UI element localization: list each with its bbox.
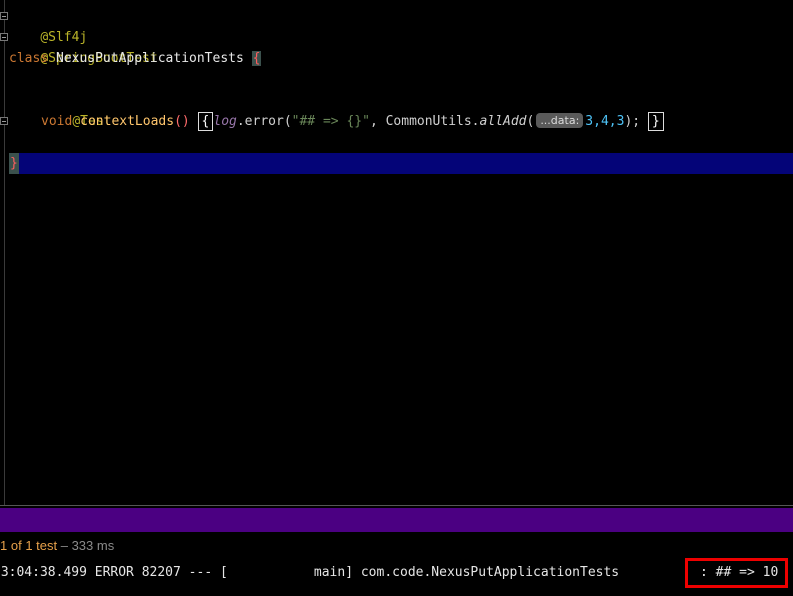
highlight-box: [685, 558, 788, 588]
code-line-2[interactable]: @SpringBootTest: [9, 27, 157, 66]
test-progress-bar: [0, 508, 793, 532]
code-editor[interactable]: @Slf4j @SpringBootTest class NexusPutApp…: [0, 0, 793, 505]
gutter-divider: [4, 0, 5, 505]
method-call: allAdd: [479, 114, 527, 129]
current-line-highlight: [9, 153, 793, 174]
tests-duration: – 333 ms: [57, 538, 115, 553]
call-args: 3,4,3: [585, 114, 625, 129]
folded-open-brace[interactable]: {: [197, 112, 214, 131]
fold-icon[interactable]: [0, 117, 8, 125]
class-name: NexusPutApplicationTests: [55, 51, 244, 66]
keyword-class: class: [9, 51, 49, 66]
class-close-brace: }: [9, 153, 19, 174]
tests-of-text: of: [7, 538, 26, 553]
comma: ,: [369, 114, 386, 129]
keyword-void: void: [41, 114, 73, 129]
method-name: contextLoads: [80, 114, 175, 129]
class-open-brace: {: [251, 51, 262, 66]
method-parens: (): [174, 114, 190, 129]
fold-icon[interactable]: [0, 33, 8, 41]
parameter-hint: ...data:: [536, 113, 584, 128]
code-line-6[interactable]: void contextLoads() {log.error("## => {}…: [41, 111, 664, 132]
call-open-paren: (: [526, 114, 535, 129]
util-class: CommonUtils.: [385, 114, 480, 129]
error-call: .error(: [236, 114, 292, 129]
panel-separator: [0, 505, 793, 506]
string-literal: "## => {}": [291, 114, 370, 129]
console-log-line: 23:04:38.499 ERROR 82207 --- [ main] com…: [0, 565, 620, 580]
call-close: );: [624, 114, 641, 129]
fold-icon[interactable]: [0, 12, 8, 20]
test-status: 1 of 1 test – 333 ms: [0, 536, 114, 556]
code-line-5[interactable]: @Test: [41, 90, 111, 129]
code-line-1[interactable]: @Slf4j: [9, 6, 87, 45]
folded-close-brace[interactable]: }: [647, 112, 664, 131]
code-line-3[interactable]: class NexusPutApplicationTests {: [9, 48, 262, 69]
log-field: log: [213, 114, 237, 129]
tests-total: 1 test: [25, 538, 58, 553]
